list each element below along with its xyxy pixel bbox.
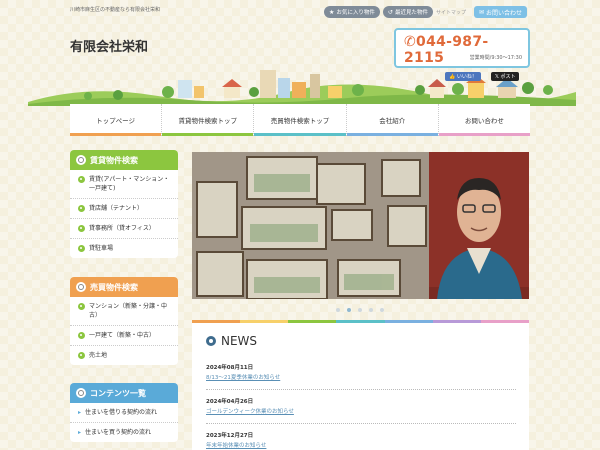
phone-icon: ✆: [404, 34, 417, 50]
social-buttons: 👍 いいね！ 𝕏 ポスト: [445, 72, 520, 81]
news-item: 2024年04月26日 ゴールデンウィーク休業のお知らせ: [206, 397, 516, 424]
sitemap-link[interactable]: サイトマップ: [436, 9, 466, 16]
news-link[interactable]: 8/13～21夏季休業のお知らせ: [206, 373, 516, 381]
favorites-button[interactable]: ★ お気に入り物件: [324, 6, 380, 18]
main-nav: トップページ 賃貸物件検索トップ 売買物件検索トップ 会社紹介 お問い合わせ: [70, 104, 531, 136]
nav-item-company[interactable]: 会社紹介: [346, 104, 439, 136]
list-icon: [76, 388, 86, 398]
thumbs-up-icon: 👍: [449, 73, 456, 80]
circle-icon: [206, 336, 216, 346]
rent-search-box: 賃貸物件検索 賃貸(アパート・マンション・一戸建て) 貸店舗（テナント） 貸事務…: [70, 150, 178, 258]
favorites-label: お気に入り物件: [336, 10, 375, 16]
slideshow-pagination: [336, 308, 384, 312]
facebook-like-button[interactable]: 👍 いいね！: [445, 72, 481, 81]
hero-slideshow[interactable]: [192, 152, 529, 299]
contact-button[interactable]: ✉ お問い合わせ: [474, 6, 528, 18]
sale-item-house[interactable]: 一戸建て（新築・中古）: [70, 326, 178, 346]
mail-icon: ✉: [479, 8, 485, 16]
news-section: NEWS 2024年08月11日 8/13～21夏季休業のお知らせ 2024年0…: [192, 323, 529, 450]
site-tagline: 川崎市麻生区の不動産なら有限会社栄和: [70, 7, 161, 13]
rent-item-shop[interactable]: 貸店舗（テナント）: [70, 199, 178, 219]
company-logo[interactable]: 有限会社栄和: [70, 36, 148, 55]
contents-box: コンテンツ一覧 ▸ 住まいを借りる契約の流れ ▸ 住まいを買う契約の流れ: [70, 383, 178, 442]
rent-search-header[interactable]: 賃貸物件検索: [70, 150, 178, 170]
news-link[interactable]: 年末年始休業のお知らせ: [206, 441, 516, 449]
nav-item-rent-search[interactable]: 賃貸物件検索トップ: [162, 104, 255, 136]
bullet-icon: [78, 245, 85, 252]
bullet-icon: [78, 176, 85, 183]
recent-button[interactable]: ↺ 最近見た物件: [382, 6, 433, 18]
bullet-icon: [78, 352, 85, 359]
nav-item-top[interactable]: トップページ: [70, 104, 163, 136]
rent-item-residential[interactable]: 賃貸(アパート・マンション・一戸建て): [70, 170, 178, 199]
contents-item-buy-flow[interactable]: ▸ 住まいを買う契約の流れ: [70, 423, 178, 442]
news-date: 2024年04月26日: [206, 399, 254, 405]
news-link[interactable]: ゴールデンウィーク休業のお知らせ: [206, 407, 516, 415]
bullet-icon: [78, 332, 85, 339]
page: 川崎市麻生区の不動産なら有限会社栄和 ★ お気に入り物件 ↺ 最近見た物件 サイ…: [0, 0, 600, 450]
news-item: 2024年08月11日 8/13～21夏季休業のお知らせ: [206, 363, 516, 390]
news-item: 2023年12月27日 年末年始休業のお知らせ: [206, 431, 516, 449]
slide-dot-1[interactable]: [336, 308, 340, 312]
search-icon: [76, 155, 86, 165]
sale-item-mansion[interactable]: マンション（新築・分譲・中古）: [70, 297, 178, 326]
rent-item-office[interactable]: 貸事務所（貸オフィス）: [70, 219, 178, 239]
slide-dot-4[interactable]: [369, 308, 373, 312]
contact-label: お問い合わせ: [486, 9, 523, 17]
search-icon: [76, 282, 86, 292]
sale-item-land[interactable]: 売土地: [70, 346, 178, 365]
business-hours: 営業時間/9:30～17:30: [469, 55, 522, 61]
nav-item-sale-search[interactable]: 売買物件検索トップ: [254, 104, 347, 136]
bullet-icon: [78, 205, 85, 212]
sale-search-header[interactable]: 売買物件検索: [70, 277, 178, 297]
sale-search-box: 売買物件検索 マンション（新築・分譲・中古） 一戸建て（新築・中古） 売土地: [70, 277, 178, 365]
contents-item-rent-flow[interactable]: ▸ 住まいを借りる契約の流れ: [70, 403, 178, 423]
bullet-icon: [78, 225, 85, 232]
recent-label: 最近見た物件: [394, 10, 428, 16]
nav-item-contact[interactable]: お問い合わせ: [438, 104, 531, 136]
star-icon: ★: [329, 8, 335, 16]
contents-header: コンテンツ一覧: [70, 383, 178, 403]
news-date: 2024年08月11日: [206, 365, 254, 371]
news-date: 2023年12月27日: [206, 433, 254, 439]
news-title: NEWS: [206, 334, 257, 348]
slide-dot-2[interactable]: [347, 308, 351, 312]
slide-dot-3[interactable]: [358, 308, 362, 312]
x-post-button[interactable]: 𝕏 ポスト: [490, 72, 520, 81]
town-illustration: [28, 70, 576, 106]
history-icon: ↺: [387, 8, 393, 16]
x-icon: 𝕏: [494, 73, 499, 80]
slide-dot-5[interactable]: [380, 308, 384, 312]
bullet-icon: [78, 303, 85, 310]
arrow-icon: ▸: [78, 429, 82, 436]
header-buttons: ★ お気に入り物件 ↺ 最近見た物件: [324, 6, 433, 18]
arrow-icon: ▸: [78, 409, 82, 416]
rent-item-parking[interactable]: 貸駐車場: [70, 239, 178, 258]
